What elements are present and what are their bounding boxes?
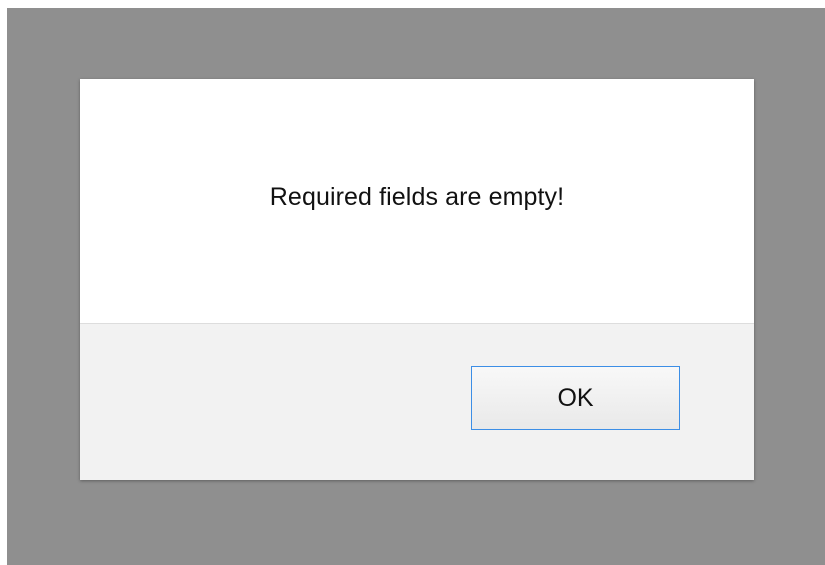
dialog-body: Required fields are empty! xyxy=(80,79,754,323)
alert-dialog: Required fields are empty! OK xyxy=(80,79,754,480)
ok-button[interactable]: OK xyxy=(471,366,680,430)
dialog-message: Required fields are empty! xyxy=(269,182,565,211)
dialog-footer: OK xyxy=(80,323,754,480)
